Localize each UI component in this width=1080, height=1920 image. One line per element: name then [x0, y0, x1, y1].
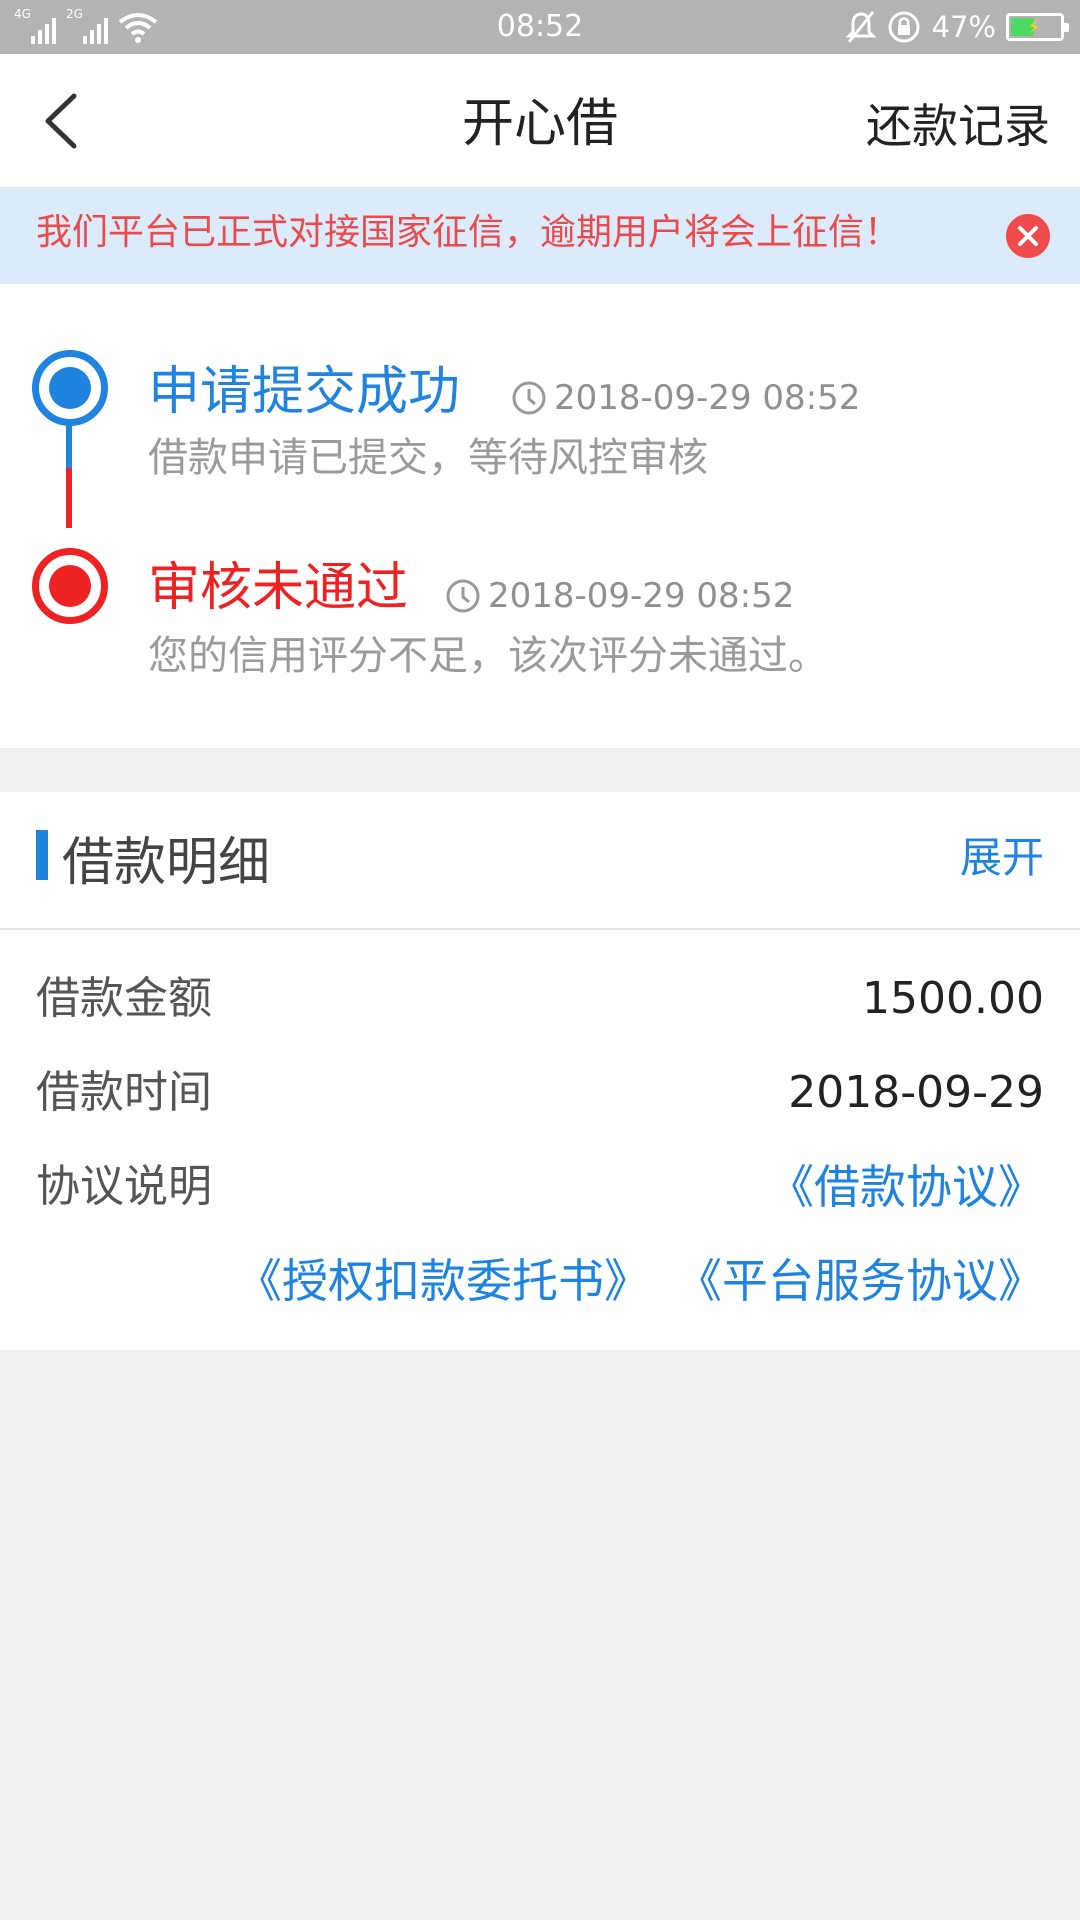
clock-icon: [512, 381, 546, 415]
nav-bar: 开心借 还款记录: [0, 54, 1080, 188]
loan-amount-label: 借款金额: [36, 973, 212, 1024]
timeline-title-submitted: 申请提交成功: [148, 362, 461, 422]
loan-detail-header: 借款明细 展开: [0, 792, 1080, 930]
loan-detail-card: 借款明细 展开 借款金额 1500.00 借款时间 2018-09-29 协议说…: [0, 792, 1080, 1350]
timeline-desc-submitted: 借款申请已提交，等待风控审核: [148, 435, 708, 481]
notice-banner: 我们平台已正式对接国家征信，逾期用户将会上征信！: [0, 188, 1080, 284]
timeline-desc-rejected: 您的信用评分不足，该次评分未通过。: [148, 633, 828, 679]
timeline-time-text: 2018-09-29 08:52: [488, 576, 795, 616]
platform-service-agreement-link[interactable]: 《平台服务协议》: [676, 1252, 1044, 1310]
timeline-time-text: 2018-09-29 08:52: [554, 378, 861, 418]
timeline-time-submitted: 2018-09-29 08:52: [510, 376, 860, 420]
timeline-time-rejected: 2018-09-29 08:52: [444, 574, 794, 618]
loan-detail-title: 借款明细: [62, 833, 271, 893]
loan-amount-value: 1500.00: [862, 973, 1044, 1024]
expand-button[interactable]: 展开: [960, 830, 1044, 886]
battery-icon: ⚡: [1006, 13, 1069, 41]
status-bar: 4G 2G 08:52 47% ⚡: [0, 0, 1080, 54]
status-timeline: 申请提交成功 2018-09-29 08:52 借款申请已提交，等待风控审核 审…: [0, 284, 1080, 748]
loan-time-label: 借款时间: [36, 1067, 212, 1118]
section-accent-bar: [36, 830, 48, 880]
repayment-record-link[interactable]: 还款记录: [866, 96, 1050, 156]
timeline-dot-rejected: [32, 548, 108, 624]
agreement-label: 协议说明: [36, 1161, 212, 1212]
battery-percent: 47%: [931, 10, 996, 44]
debit-authorization-link[interactable]: 《授权扣款委托书》: [236, 1252, 650, 1310]
close-icon[interactable]: [1006, 214, 1050, 258]
notice-text: 我们平台已正式对接国家征信，逾期用户将会上征信！: [36, 212, 901, 253]
loan-agreement-link[interactable]: 《借款协议》: [768, 1158, 1044, 1216]
bell-muted-icon: [845, 11, 876, 43]
timeline-title-rejected: 审核未通过: [148, 558, 409, 618]
timeline-dot-submitted: [32, 350, 108, 426]
clock-icon: [446, 579, 480, 613]
charging-bolt-icon: ⚡: [1027, 15, 1042, 39]
timeline-connector-red: [66, 468, 72, 528]
rotation-lock-icon: [888, 11, 920, 43]
loan-time-value: 2018-09-29: [788, 1067, 1044, 1118]
status-right: 47% ⚡: [845, 8, 1069, 46]
